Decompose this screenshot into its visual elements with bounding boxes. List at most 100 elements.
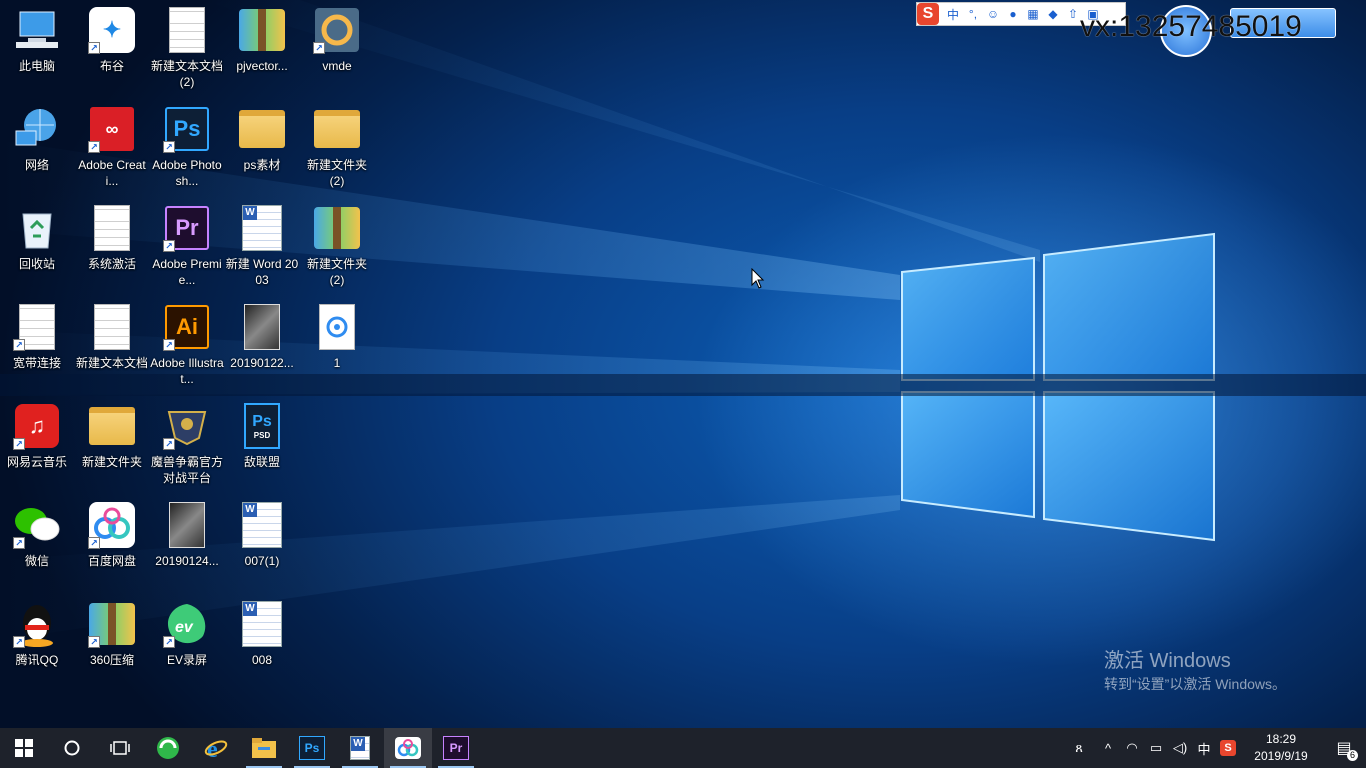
system-tray: ጸ ^ ◠ ▭ ◁) 中 S 18:29 2019/9/19 ▤ 6	[1062, 728, 1366, 768]
desktop-icon-label: 007(1)	[244, 554, 280, 568]
desktop-icon-label: 20190124...	[155, 554, 219, 568]
desktop-icon[interactable]: Pr ↗ Adobe Premie...	[150, 198, 224, 294]
sogou-ime-icon[interactable]: S	[917, 3, 939, 25]
windows-logo-pane	[901, 256, 1035, 381]
desktop-icon[interactable]: ✦ ↗ 布谷	[75, 0, 149, 96]
computer-icon	[13, 6, 61, 54]
desktop-icon[interactable]: ev ↗ EV录屏	[150, 594, 224, 690]
contact-watermark: vx:13257485019	[1080, 10, 1302, 43]
shortcut-arrow-icon: ↗	[13, 636, 25, 648]
desktop-icon-label: 此电脑	[18, 59, 55, 73]
taskbar: e Ps Pr ጸ ^ ◠ ▭ ◁) 中 S 18:29 2019/9/19 ▤…	[0, 728, 1366, 768]
desktop-icon[interactable]: ∞ ↗ Adobe Creati...	[75, 99, 149, 195]
microphone-icon[interactable]: ●	[1003, 7, 1023, 21]
shortcut-arrow-icon: ↗	[13, 537, 25, 549]
volume-icon[interactable]: ◁)	[1168, 728, 1192, 768]
desktop-icon[interactable]: 新建文本文档	[75, 297, 149, 393]
desktop-icon-label: 魔兽争霸官方对战平台	[150, 455, 223, 485]
taskbar-app-photoshop[interactable]: Ps	[288, 728, 336, 768]
baidu-pan-icon: ↗	[88, 501, 136, 549]
desktop-icon-label: 系统激活	[87, 257, 136, 271]
desktop-icon-label: 20190122...	[230, 356, 294, 370]
desktop-icon[interactable]: 20190122...	[225, 297, 299, 393]
desktop-icon[interactable]: 1	[300, 297, 374, 393]
desktop-icon[interactable]: 系统激活	[75, 198, 149, 294]
desktop[interactable]: 此电脑网络 回收站 ↗ 宽带连接 ♫ ↗ 网易云音乐 ↗ 微信 ↗ 腾讯QQ ✦ ↗ 布谷 ∞ ↗ Adobe …	[0, 0, 1366, 728]
desktop-icon-label: 百度网盘	[87, 554, 136, 568]
start-button[interactable]	[0, 728, 48, 768]
photoshop-icon: Ps ↗	[163, 105, 211, 153]
desktop-icon[interactable]: 新建文本文档 (2)	[150, 0, 224, 96]
task-view-icon	[110, 741, 130, 755]
wechat-icon: ↗	[13, 501, 61, 549]
desktop-icon[interactable]: ♫ ↗ 网易云音乐	[0, 396, 74, 492]
windows-start-icon	[15, 739, 33, 757]
desktop-icon[interactable]: 007(1)	[225, 495, 299, 591]
show-hidden-icons-chevron-icon[interactable]: ^	[1096, 728, 1120, 768]
taskbar-app-360-browser[interactable]	[144, 728, 192, 768]
task-view-button[interactable]	[96, 728, 144, 768]
desktop-icon[interactable]: ↗ 微信	[0, 495, 74, 591]
desktop-icon[interactable]: 新建文件夹 (2)	[300, 99, 374, 195]
desktop-icon-label: 新建文本文档 (2)	[150, 59, 223, 89]
skin-icon[interactable]: ◆	[1043, 7, 1063, 21]
desktop-icon[interactable]: pjvector...	[225, 0, 299, 96]
desktop-icon[interactable]: ↗ 腾讯QQ	[0, 594, 74, 690]
desktop-icon[interactable]: 回收站	[0, 198, 74, 294]
photo-icon	[163, 501, 211, 549]
input-language-indicator[interactable]: 中	[1192, 728, 1216, 768]
file-icon	[163, 6, 211, 54]
internet-explorer-icon: e	[204, 737, 228, 760]
search-button[interactable]	[48, 728, 96, 768]
action-center-button[interactable]: ▤ 6	[1322, 728, 1366, 768]
desktop-icon[interactable]: 008	[225, 594, 299, 690]
mouse-cursor-icon	[751, 268, 765, 289]
activate-subtitle: 转到“设置”以激活 Windows。	[1104, 676, 1287, 692]
taskbar-app-word-document[interactable]	[336, 728, 384, 768]
desktop-icon[interactable]: 20190124...	[150, 495, 224, 591]
desktop-icon[interactable]: ↗ 百度网盘	[75, 495, 149, 591]
network-wifi-icon[interactable]: ◠	[1120, 728, 1144, 768]
word-doc-icon	[238, 204, 286, 252]
desktop-icon[interactable]: 此电脑	[0, 0, 74, 96]
taskbar-app-baidu-pan[interactable]	[384, 728, 432, 768]
shortcut-arrow-icon: ↗	[163, 438, 175, 450]
zip-icon: ↗	[88, 600, 136, 648]
taskbar-app-internet-explorer[interactable]: e	[192, 728, 240, 768]
ime-language-toggle[interactable]: 中	[943, 6, 963, 23]
adobe-cc-icon: ∞ ↗	[88, 105, 136, 153]
windows-logo-pane	[901, 391, 1035, 519]
emoji-icon[interactable]: ☺	[983, 7, 1003, 21]
desktop-icon-label: 布谷	[99, 59, 124, 73]
people-icon[interactable]: ጸ	[1062, 728, 1096, 768]
browser-360-icon	[157, 737, 179, 759]
desktop-icon[interactable]: Ai ↗ Adobe Illustrat...	[150, 297, 224, 393]
desktop-icon[interactable]: ps素材	[225, 99, 299, 195]
netease-music-icon: ♫ ↗	[13, 402, 61, 450]
desktop-icon[interactable]: ↗ 宽带连接	[0, 297, 74, 393]
taskbar-app-premiere[interactable]: Pr	[432, 728, 480, 768]
ime-punctuation-toggle[interactable]: °,	[963, 7, 983, 21]
svg-text:ev: ev	[175, 619, 194, 636]
shortcut-arrow-icon: ↗	[163, 141, 175, 153]
desktop-icon[interactable]: 新建 Word 2003	[225, 198, 299, 294]
keyboard-icon[interactable]: ▦	[1023, 7, 1043, 21]
desktop-icon[interactable]: ↗ vmde	[300, 0, 374, 96]
sogou-ime-icon[interactable]: S	[1216, 728, 1240, 768]
clock-date: 2019/9/19	[1254, 749, 1308, 763]
desktop-icon[interactable]: 新建文件夹	[75, 396, 149, 492]
desktop-icon[interactable]: Ps ↗ Adobe Photosh...	[150, 99, 224, 195]
desktop-icon[interactable]: Ps PSD 敌联盟	[225, 396, 299, 492]
desktop-icon-label: vmde	[322, 59, 352, 73]
battery-icon[interactable]: ▭	[1144, 728, 1168, 768]
clock[interactable]: 18:29 2019/9/19	[1240, 731, 1322, 765]
desktop-icon[interactable]: 新建文件夹 (2)	[300, 198, 374, 294]
desktop-icon[interactable]: ↗ 魔兽争霸官方对战平台	[150, 396, 224, 492]
taskbar-app-file-explorer[interactable]	[240, 728, 288, 768]
desktop-icon-label: 008	[251, 653, 273, 667]
desktop-icon-label: 新建文件夹	[81, 455, 142, 469]
desktop-icon[interactable]: ↗ 360压缩	[75, 594, 149, 690]
desktop-icon[interactable]: 网络	[0, 99, 74, 195]
shortcut-arrow-icon: ↗	[13, 438, 25, 450]
desktop-icon-label: 新建文件夹 (2)	[306, 257, 367, 287]
